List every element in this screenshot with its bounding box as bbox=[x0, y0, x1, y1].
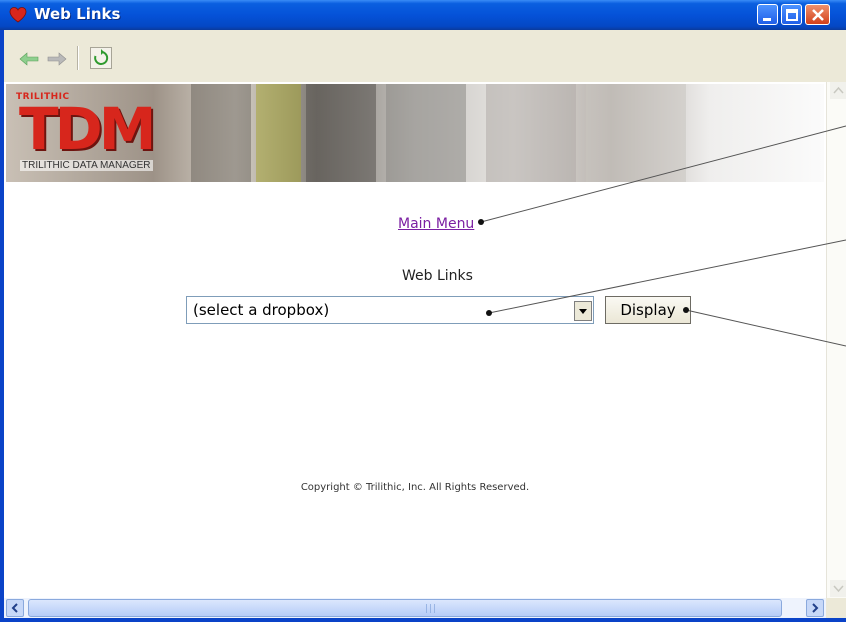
tdm-logo: TDM bbox=[19, 95, 156, 163]
scroll-left-button[interactable] bbox=[6, 599, 24, 617]
scroll-right-button[interactable] bbox=[806, 599, 824, 617]
browser-window: Web Links TRILITHIC TDM TRILITHIC DATA M… bbox=[0, 0, 846, 622]
toolbar-separator bbox=[77, 46, 79, 70]
vertical-scrollbar[interactable] bbox=[826, 82, 846, 598]
minimize-icon bbox=[763, 18, 771, 21]
chevron-left-icon bbox=[11, 603, 18, 613]
forward-arrow-icon[interactable] bbox=[46, 50, 68, 68]
copyright-text: Copyright © Trilithic, Inc. All Rights R… bbox=[300, 482, 530, 493]
chevron-down-icon bbox=[833, 585, 844, 593]
main-menu-link[interactable]: Main Menu bbox=[398, 216, 474, 232]
refresh-icon bbox=[94, 49, 109, 65]
back-arrow-icon[interactable] bbox=[18, 50, 40, 68]
window-title: Web Links bbox=[34, 5, 121, 23]
heart-app-icon bbox=[9, 7, 27, 23]
page-heading: Web Links bbox=[402, 268, 473, 284]
select-value: (select a dropbox) bbox=[193, 301, 330, 319]
close-icon bbox=[812, 9, 824, 21]
maximize-icon bbox=[786, 9, 798, 21]
maximize-button[interactable] bbox=[781, 4, 802, 25]
dropbox-select[interactable]: (select a dropbox) bbox=[186, 296, 594, 324]
banner-photo-tile bbox=[191, 84, 251, 182]
scroll-up-button[interactable] bbox=[830, 82, 846, 99]
close-button[interactable] bbox=[805, 4, 830, 25]
banner-photo-tile bbox=[486, 84, 576, 182]
horizontal-scrollbar[interactable]: ||| bbox=[4, 598, 846, 618]
banner-photo-tile bbox=[256, 84, 301, 182]
scroll-thumb[interactable]: ||| bbox=[28, 599, 782, 617]
chevron-down-icon bbox=[579, 309, 587, 314]
banner-photo-tile bbox=[586, 84, 686, 182]
grip-icon: ||| bbox=[425, 604, 438, 614]
banner-photo-tile bbox=[386, 84, 466, 182]
dropdown-arrow-button[interactable] bbox=[574, 301, 592, 321]
refresh-button[interactable] bbox=[90, 47, 112, 69]
banner-photo-tile bbox=[306, 84, 376, 182]
chevron-up-icon bbox=[833, 86, 844, 94]
logo-tagline: TRILITHIC DATA MANAGER bbox=[20, 160, 153, 171]
toolbar bbox=[4, 30, 846, 83]
chevron-right-icon bbox=[812, 603, 819, 613]
scrollbar-corner bbox=[826, 598, 846, 618]
title-bar[interactable]: Web Links bbox=[0, 0, 846, 30]
tdm-banner: TRILITHIC TDM TRILITHIC DATA MANAGER bbox=[6, 84, 824, 182]
page-content: TRILITHIC TDM TRILITHIC DATA MANAGER Mai… bbox=[4, 82, 826, 598]
minimize-button[interactable] bbox=[757, 4, 778, 25]
scroll-down-button[interactable] bbox=[830, 580, 846, 597]
display-button[interactable]: Display bbox=[605, 296, 691, 324]
